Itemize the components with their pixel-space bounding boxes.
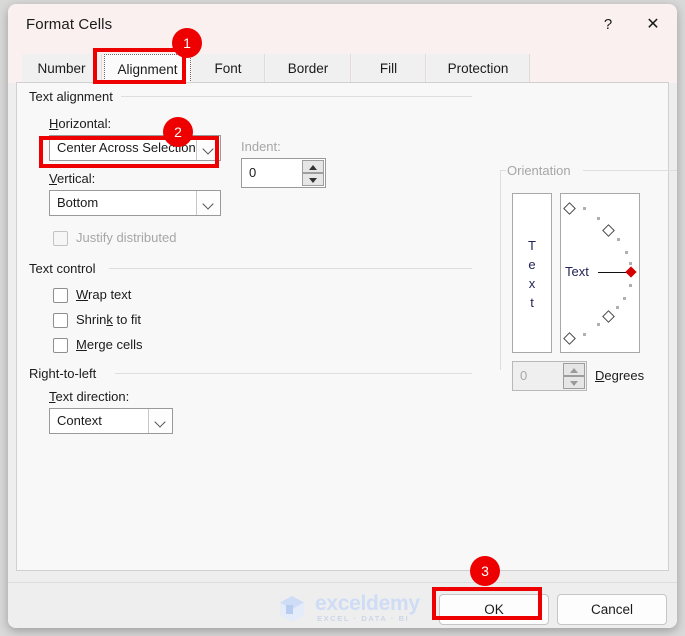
annotation-badge-3: 3 <box>470 556 500 586</box>
exceldemy-watermark: exceldemy EXCEL · DATA · BI <box>275 592 425 626</box>
vertical-letter: t <box>530 295 534 310</box>
indent-increment-button[interactable] <box>302 160 324 173</box>
angle-tick <box>583 207 586 210</box>
watermark-subtitle: EXCEL · DATA · BI <box>317 614 410 623</box>
angle-marker-neg45[interactable] <box>602 310 615 323</box>
indent-stepper[interactable]: 0 <box>241 158 326 188</box>
text-direction-label: Text direction: <box>49 389 130 404</box>
indent-stepper-buttons[interactable] <box>302 160 324 186</box>
text-direction-combo[interactable]: Context <box>49 408 173 434</box>
annotation-badge-2: 2 <box>163 117 193 147</box>
tab-protection[interactable]: Protection <box>427 54 530 83</box>
indent-label: Indent: <box>241 139 281 154</box>
angle-tick <box>623 297 626 300</box>
vertical-letter: x <box>528 276 536 291</box>
justify-distributed-label: Justify distributed <box>76 230 177 245</box>
horizontal-label: Horizontal: <box>49 116 112 131</box>
shrink-to-fit-checkbox[interactable]: Shrink to fit <box>53 311 203 331</box>
group-rule-text-control <box>109 268 472 269</box>
angle-tick <box>597 323 600 326</box>
chevron-down-icon[interactable] <box>148 409 172 433</box>
close-icon[interactable]: ✕ <box>635 10 671 40</box>
shrink-to-fit-label: Shrink to fit <box>76 312 142 327</box>
angle-marker-neg90[interactable] <box>563 332 576 345</box>
group-label-right-to-left: Right-to-left <box>29 366 104 381</box>
angle-tick <box>597 217 600 220</box>
checkbox-box[interactable] <box>53 313 68 328</box>
title-bar: Format Cells ? ✕ <box>8 4 677 46</box>
vertical-combo[interactable]: Bottom <box>49 190 221 216</box>
degrees-value: 0 <box>520 368 528 383</box>
angle-tick <box>617 238 620 241</box>
angle-tick <box>616 306 619 309</box>
vertical-label: Vertical: <box>49 171 96 186</box>
exceldemy-logo-icon <box>280 596 304 622</box>
degrees-stepper: 0 <box>512 361 587 391</box>
chevron-down-icon[interactable] <box>196 191 220 215</box>
ok-button[interactable]: OK <box>439 594 549 625</box>
angle-tick <box>629 284 632 287</box>
wrap-text-label: Wrap text <box>76 287 132 302</box>
checkbox-box[interactable] <box>53 288 68 303</box>
tab-font[interactable]: Font <box>192 54 265 83</box>
tab-border[interactable]: Border <box>266 54 351 83</box>
group-label-orientation: Orientation <box>507 163 578 178</box>
orientation-angle-dial[interactable]: Text <box>560 193 640 353</box>
alignment-panel: Text alignment Horizontal: Center Across… <box>16 82 677 571</box>
format-cells-dialog: Format Cells ? ✕ Number Alignment Font B… <box>8 4 677 628</box>
vertical-combo-value: Bottom <box>57 195 99 210</box>
merge-cells-checkbox[interactable]: Merge cells <box>53 336 203 356</box>
vertical-letter: e <box>528 257 536 272</box>
degrees-stepper-buttons <box>563 363 585 389</box>
degrees-decrement-button <box>563 376 585 389</box>
help-icon[interactable]: ? <box>590 10 626 40</box>
checkbox-box <box>53 231 68 246</box>
group-rule-right-to-left <box>115 373 472 374</box>
wrap-text-checkbox[interactable]: Wrap text <box>53 286 203 306</box>
angle-marker-90[interactable] <box>563 202 576 215</box>
tab-strip: Number Alignment Font Border Fill Protec… <box>8 46 677 83</box>
tab-fill[interactable]: Fill <box>352 54 426 83</box>
orientation-angle-handle[interactable] <box>625 266 637 278</box>
degrees-label: Degrees <box>595 368 645 383</box>
degrees-increment-button <box>563 363 585 376</box>
tab-alignment[interactable]: Alignment <box>104 54 191 83</box>
angle-tick <box>629 262 632 265</box>
angle-tick <box>583 333 586 336</box>
indent-value: 0 <box>249 165 257 180</box>
group-label-text-control: Text control <box>29 261 103 276</box>
text-direction-value: Context <box>57 413 102 428</box>
vertical-letter: T <box>528 238 536 253</box>
annotation-badge-1: 1 <box>172 28 202 58</box>
chevron-down-icon[interactable] <box>196 136 220 160</box>
angle-tick <box>625 251 628 254</box>
horizontal-combo[interactable]: Center Across Selection <box>49 135 221 161</box>
cancel-button[interactable]: Cancel <box>557 594 667 625</box>
checkbox-box[interactable] <box>53 338 68 353</box>
angle-marker-45[interactable] <box>602 224 615 237</box>
justify-distributed-checkbox: Justify distributed <box>53 229 223 249</box>
dialog-title: Format Cells <box>26 16 113 33</box>
orientation-vertical-text-preview[interactable]: T e x t <box>512 193 552 353</box>
group-rule-orientation-side <box>500 170 501 370</box>
orientation-dial-text: Text <box>565 264 589 279</box>
orientation-group: Orientation T e x t Text 0 Degrees <box>500 163 677 391</box>
group-rule-orientation-right <box>583 170 677 171</box>
watermark-name: exceldemy <box>315 592 420 615</box>
group-label-text-alignment: Text alignment <box>29 89 120 104</box>
indent-decrement-button[interactable] <box>302 173 324 186</box>
merge-cells-label: Merge cells <box>76 337 143 352</box>
group-rule-text-alignment <box>121 96 472 97</box>
tab-number[interactable]: Number <box>22 54 102 83</box>
